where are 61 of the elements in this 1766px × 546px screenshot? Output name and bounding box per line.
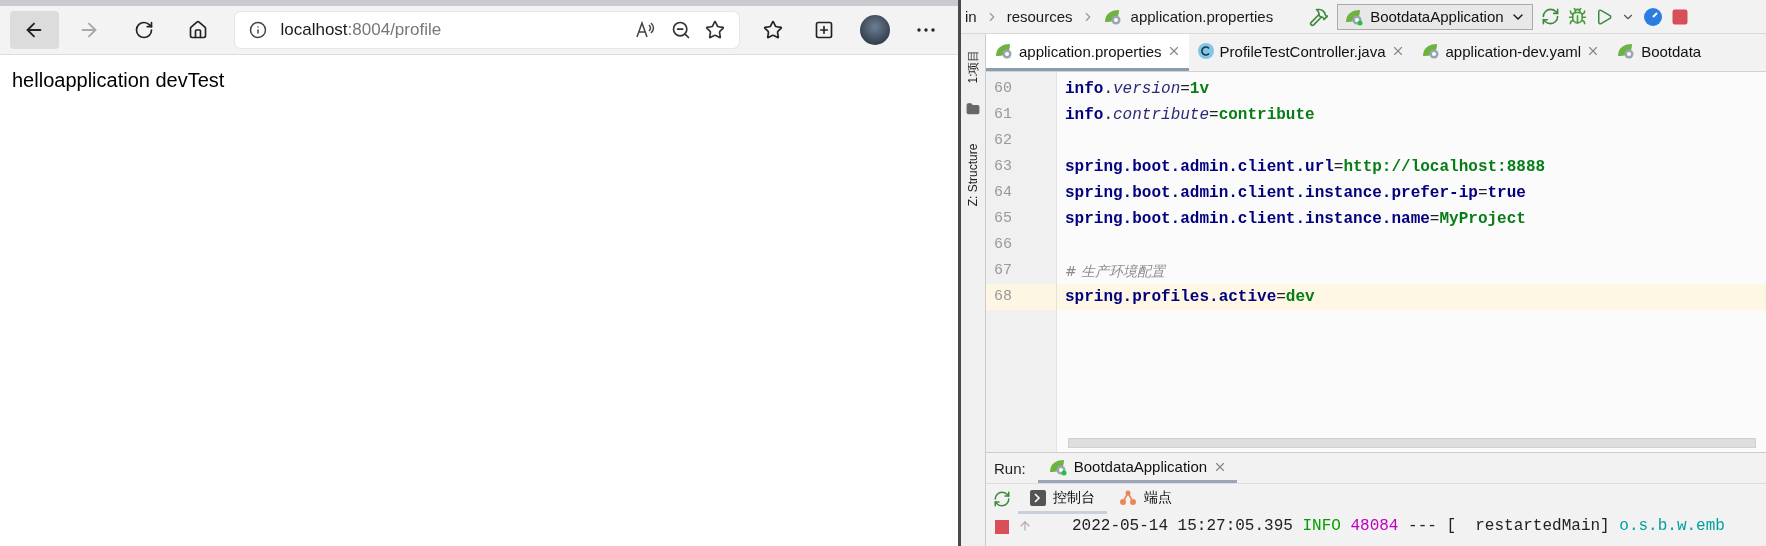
line-number: 60 xyxy=(993,79,1013,99)
code-line: spring.boot.admin.client.instance.name=MyProject xyxy=(1065,209,1526,230)
info-icon xyxy=(248,21,267,39)
star-icon xyxy=(763,20,784,40)
page-text: helloapplication devTest xyxy=(11,68,226,93)
line-number: 68 xyxy=(986,284,1056,310)
line-number: 61 xyxy=(993,105,1013,125)
avatar-icon xyxy=(859,15,890,45)
more-icon xyxy=(916,28,935,32)
log-line: 2022-05-14 15:27:05.395 INFO 48084 --- [ restartedMain] o.s.b.w.emb xyxy=(1071,516,1725,535)
code-line: spring.boot.admin.client.instance.prefer-ip=true xyxy=(1065,183,1526,204)
tool-window-label[interactable]: Z: Structure xyxy=(966,143,980,207)
breadcrumb-item[interactable]: application.properties xyxy=(1130,8,1274,25)
back-button[interactable] xyxy=(10,11,59,49)
terminal-icon xyxy=(1030,489,1046,506)
address-bar[interactable]: localhost:8004/profile xyxy=(234,12,740,48)
spring-file-icon xyxy=(1102,7,1123,26)
stop-icon[interactable] xyxy=(1670,7,1689,26)
up-arrow-icon[interactable] xyxy=(1018,519,1032,533)
spring-file-icon xyxy=(994,42,1014,60)
rerun-icon[interactable] xyxy=(993,490,1011,508)
run-config-icon xyxy=(1344,7,1365,26)
editor-tab[interactable]: Bootdata xyxy=(1608,34,1710,71)
editor-tab[interactable]: application.properties xyxy=(986,34,1189,71)
line-number: 67 xyxy=(993,261,1013,281)
spring-file-icon xyxy=(1420,42,1441,60)
breadcrumb-item[interactable]: in xyxy=(965,8,977,25)
run-tab[interactable]: BootdataApplication xyxy=(1037,453,1238,483)
tool-window-label[interactable]: 1:项目 xyxy=(964,49,982,83)
url-text[interactable]: localhost:8004/profile xyxy=(280,20,622,40)
add-favorite-icon[interactable] xyxy=(705,20,726,40)
run-config-icon xyxy=(1047,457,1068,476)
code-line: info.version=1v xyxy=(1065,79,1210,100)
code-line: spring.profiles.active=dev xyxy=(1065,287,1315,308)
code-line: # 生产环境配置 xyxy=(1065,262,1166,281)
breadcrumb-item[interactable]: resources xyxy=(1006,8,1073,25)
line-number: 65 xyxy=(993,209,1013,229)
console-tab[interactable]: 控制台 xyxy=(1018,484,1107,514)
horizontal-scrollbar[interactable] xyxy=(1068,438,1756,448)
refresh-icon xyxy=(133,20,154,40)
update-icon[interactable] xyxy=(1642,6,1663,27)
line-number: 66 xyxy=(993,235,1013,255)
code-line: info.contribute=contribute xyxy=(1065,105,1315,126)
nodes-icon xyxy=(1119,489,1137,506)
zoom-out-icon[interactable] xyxy=(671,20,692,40)
line-number: 64 xyxy=(993,183,1013,203)
bug-icon[interactable] xyxy=(1567,7,1587,26)
run-config-dropdown[interactable]: BootdataApplication xyxy=(1337,3,1533,30)
console-tab[interactable]: 端点 xyxy=(1107,484,1184,514)
rerun-icon[interactable] xyxy=(1540,7,1560,26)
editor-tab[interactable]: application-dev.yaml xyxy=(1412,34,1609,71)
editor-tab[interactable]: ProfileTestController.java xyxy=(1188,34,1413,71)
line-number: 62 xyxy=(993,131,1013,151)
square-plus-icon xyxy=(814,20,835,40)
class-file-icon xyxy=(1196,42,1215,60)
folder-icon xyxy=(966,102,980,116)
line-number: 63 xyxy=(993,157,1013,177)
home-icon xyxy=(188,20,209,40)
run-label: Run: xyxy=(994,459,1026,477)
hammer-icon[interactable] xyxy=(1309,6,1330,27)
code-line: spring.boot.admin.client.url=http://localhost:8888 xyxy=(1065,157,1546,178)
